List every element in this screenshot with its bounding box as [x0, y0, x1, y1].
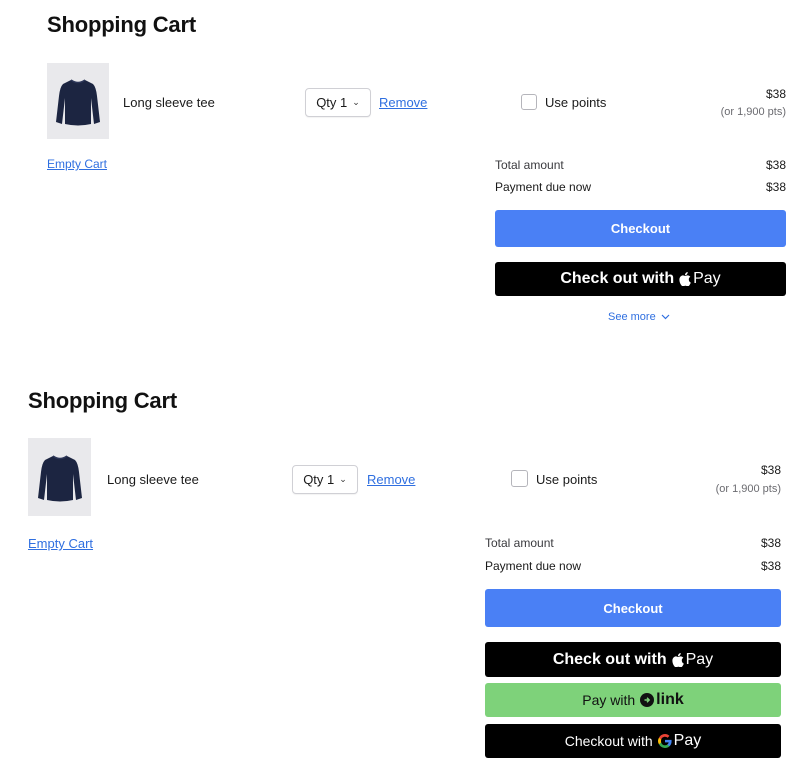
chevron-down-icon: [661, 314, 670, 320]
apple-pay-word: Pay: [693, 270, 721, 287]
use-points-checkbox[interactable]: [511, 470, 528, 487]
quantity-label: Qty 1: [303, 472, 335, 487]
empty-cart-link[interactable]: Empty Cart: [28, 536, 93, 551]
apple-pay-button[interactable]: Check out with Pay: [485, 642, 781, 677]
payment-due-value: $38: [765, 180, 786, 194]
see-more-label: See more: [608, 311, 656, 323]
page-title: Shopping Cart: [28, 388, 177, 413]
use-points-checkbox[interactable]: [521, 94, 537, 110]
product-image: [28, 438, 91, 516]
use-points-label: Use points: [536, 472, 598, 487]
apple-pay-button[interactable]: Check out with Pay: [495, 262, 786, 296]
remove-link[interactable]: Remove: [367, 472, 415, 487]
quantity-label: Qty 1: [316, 95, 348, 110]
link-pay-button[interactable]: Pay with link: [485, 683, 781, 717]
total-amount-value: $38: [760, 536, 781, 550]
total-amount-value: $38: [765, 158, 786, 172]
apple-pay-prefix: Check out with: [552, 650, 667, 668]
apple-pay-prefix: Check out with: [560, 270, 675, 287]
total-amount-label: Total amount: [495, 158, 564, 172]
google-pay-button[interactable]: Checkout with Pay: [485, 724, 781, 758]
item-points-price: (or 1,900 pts): [720, 106, 786, 118]
google-pay-prefix: Checkout with: [564, 733, 653, 749]
see-more-link[interactable]: See more: [608, 311, 670, 323]
google-pay-word: Pay: [673, 732, 702, 749]
use-points-label: Use points: [545, 95, 607, 110]
apple-pay-word: Pay: [685, 650, 714, 668]
page-title: Shopping Cart: [47, 12, 196, 37]
link-pay-prefix: Pay with: [582, 692, 636, 708]
checkout-button[interactable]: Checkout: [485, 589, 781, 627]
quantity-select[interactable]: Qty 1 ⌄: [305, 88, 371, 117]
payment-due-label: Payment due now: [485, 559, 582, 573]
sweater-icon: [56, 79, 100, 126]
quantity-select[interactable]: Qty 1 ⌄: [292, 465, 358, 494]
link-logo-icon: link: [640, 691, 684, 709]
chevron-down-icon: ⌄: [339, 474, 347, 484]
item-price: $38: [765, 87, 786, 101]
total-amount-label: Total amount: [485, 536, 554, 550]
item-points-price: (or 1,900 pts): [715, 483, 781, 495]
link-arrow-icon: [640, 693, 655, 707]
product-image: [47, 63, 109, 139]
payment-due-label: Payment due now: [495, 180, 592, 194]
apple-logo-icon: [671, 652, 684, 667]
empty-cart-link[interactable]: Empty Cart: [47, 157, 107, 171]
link-brand: link: [656, 691, 684, 708]
apple-logo-icon: [679, 272, 691, 286]
product-name: Long sleeve tee: [123, 95, 215, 110]
sweater-icon: [37, 455, 82, 502]
product-name: Long sleeve tee: [107, 472, 199, 487]
checkout-button[interactable]: Checkout: [495, 210, 786, 247]
chevron-down-icon: ⌄: [352, 97, 360, 107]
remove-link[interactable]: Remove: [379, 95, 427, 110]
google-g-icon: [657, 734, 672, 748]
payment-due-value: $38: [760, 559, 781, 573]
item-price: $38: [760, 463, 781, 477]
